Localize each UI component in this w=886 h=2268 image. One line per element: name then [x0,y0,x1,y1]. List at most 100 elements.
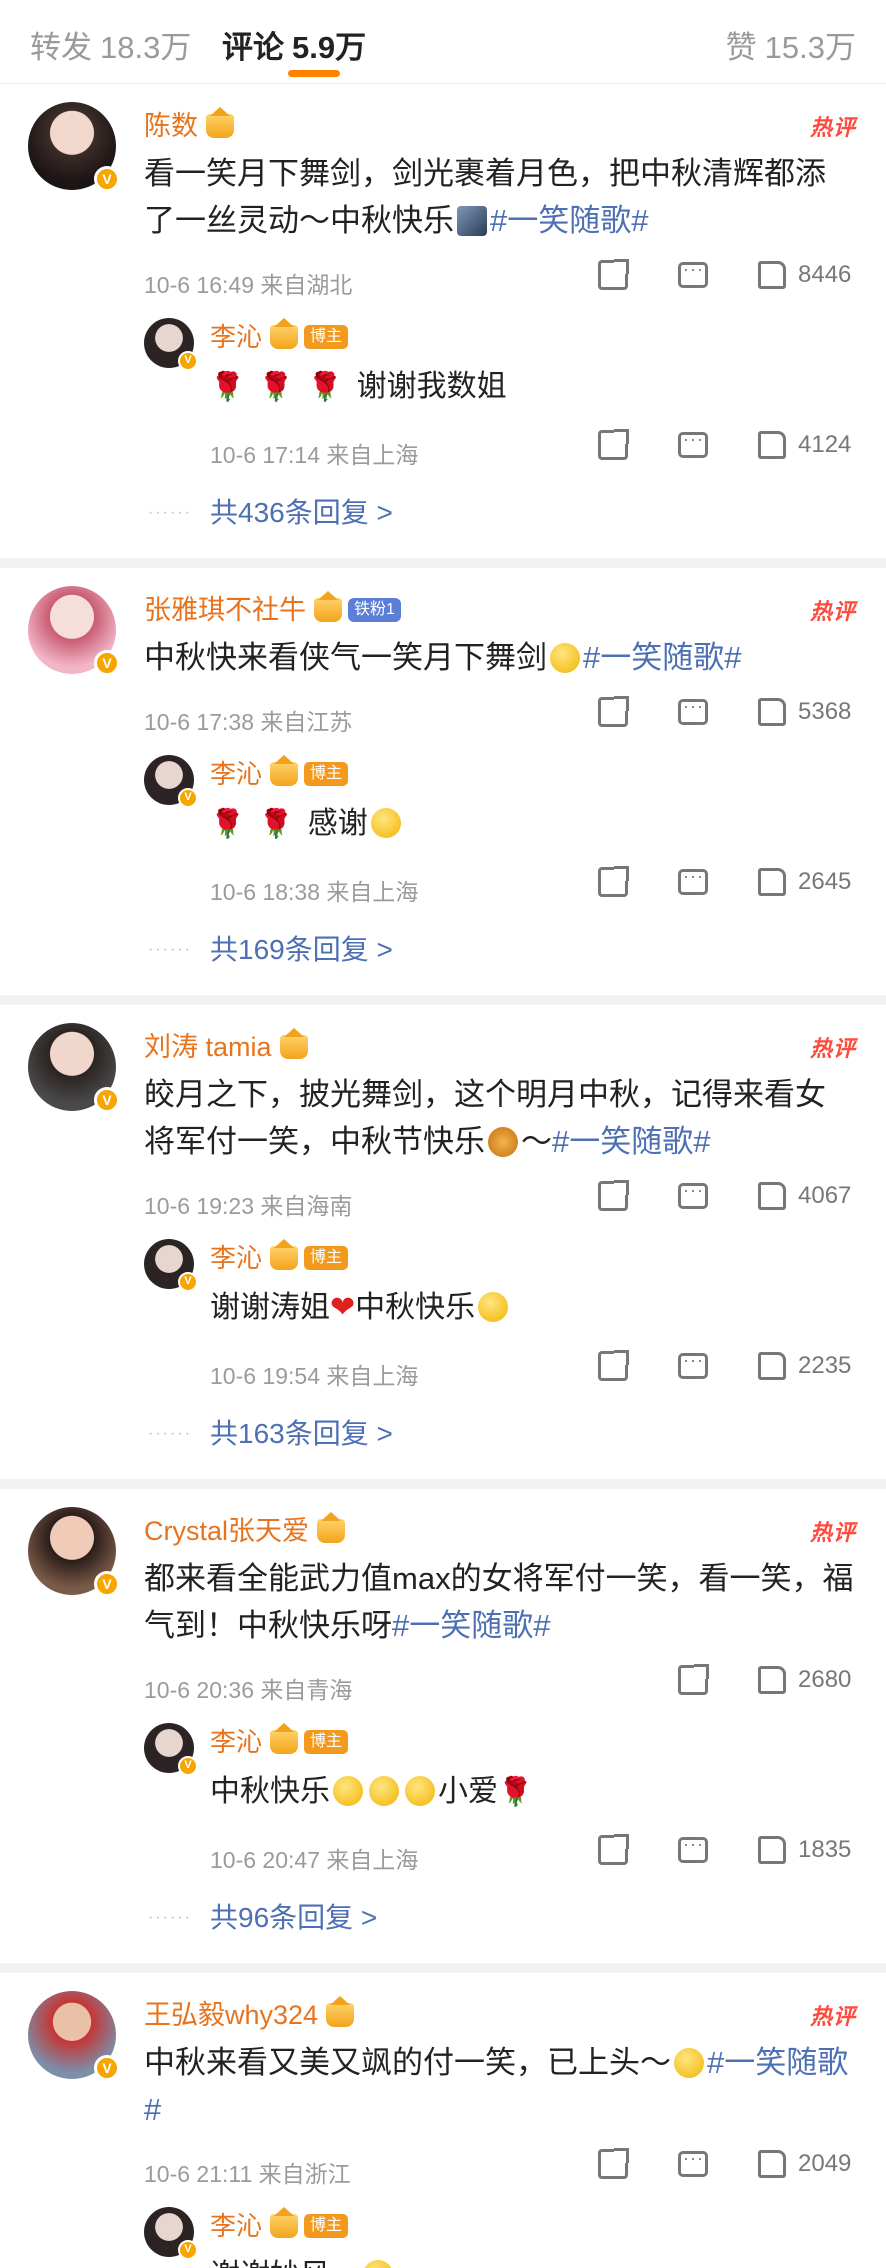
more-replies-label: 共436条回复 > [210,497,393,528]
like-count: 4124 [798,431,852,458]
comment-text: 中秋快来看侠气一笑月下舞剑 #一笑随歌# [144,634,856,681]
rose-icon: 🌹 [210,808,245,839]
comment-text-tail: ～ [521,1124,552,1159]
tab-like-label: 赞 [725,30,757,65]
reply-text-tail: 小爱 [438,1775,498,1808]
comment-time: 10-6 21:11 来自浙江 [144,2161,351,2187]
comment-icon[interactable] [678,866,708,895]
reply-username[interactable]: 李沁 [210,318,262,356]
like-count: 1835 [798,1836,852,1863]
reply-username[interactable]: 李沁 [210,1723,262,1761]
reply-text-tail: 中秋快乐 [355,1291,476,1324]
share-icon[interactable] [598,1834,629,1865]
kiss-emoji-icon [369,1776,399,1806]
username[interactable]: Crystal张天爱 [144,1511,309,1551]
reply-text: 中秋快乐 小爱🌹 [210,1765,856,1819]
username[interactable]: 陈数 [144,106,198,146]
heart-icon: ❤ [330,1291,356,1324]
tab-like-count: 15.3万 [764,30,856,65]
tab-repost-count: 18.3万 [100,30,192,65]
mooncake-emoji-icon [488,1127,518,1157]
tab-like[interactable]: 赞 15.3万 [726,22,856,67]
reply-text: 🌹 🌹 感谢 [210,797,856,851]
comment-icon[interactable] [678,1180,708,1209]
image-emoji-icon [457,206,487,236]
reply-text: 谢谢妙风～ [210,2249,856,2268]
comment-icon[interactable] [678,429,708,458]
more-replies-link[interactable]: 共163条回复 > [0,1403,886,1479]
comment-text-body: 皎月之下，披光舞剑，这个明月中秋，记得来看女将军付一笑，中秋节快乐 [144,1077,826,1159]
like-icon[interactable] [758,1836,786,1864]
share-icon[interactable] [598,259,629,290]
like-count: 2049 [798,2150,852,2177]
comment-item: V 张雅琪不社牛 铁粉1 热评 中秋快来看侠气一笑月下舞剑 #一笑随歌# 10-6 … [0,568,886,1005]
reply-username[interactable]: 李沁 [210,755,262,793]
share-icon[interactable] [598,1180,629,1211]
more-replies-link[interactable]: 共96条回复 > [0,1887,886,1963]
comment-text-body: 中秋来看又美又飒的付一笑，已上头～ [144,2045,671,2080]
like-icon[interactable] [758,1666,786,1694]
reply-avatar[interactable]: V [144,755,198,808]
crown-icon [270,318,299,349]
share-icon[interactable] [598,866,629,897]
more-replies-label: 共169条回复 > [210,934,393,965]
comment-text: 都来看全能武力值max的女将军付一笑，看一笑，福气到！中秋快乐呀#一笑随歌# [144,1555,856,1649]
comment-icon[interactable] [678,696,708,725]
reply-item: V 李沁 博主 🌹 🌹 感谢 10-6 18:38 来自上海 2645 [0,749,886,919]
hot-comment-badge: 热评 [809,2004,856,2029]
topic-link[interactable]: #一笑随歌# [392,1608,550,1643]
share-icon[interactable] [598,2148,629,2179]
verified-icon: V [178,788,198,808]
reply-avatar[interactable]: V [144,1239,198,1292]
share-icon[interactable] [598,696,629,727]
username[interactable]: 王弘毅why324 [144,1995,318,2035]
reply-time: 10-6 18:38 来自上海 [210,879,419,905]
comment-icon[interactable] [678,259,708,288]
reply-time: 10-6 17:14 来自上海 [210,442,419,468]
rose-icon: 🌹 [258,371,294,402]
like-icon[interactable] [758,698,786,726]
comment-item: V 王弘毅why324 热评 中秋来看又美又飒的付一笑，已上头～ #一笑随歌# 1… [0,1973,886,2268]
like-count: 5368 [798,698,852,725]
share-icon[interactable] [678,1664,709,1695]
more-replies-link[interactable]: 共169条回复 > [0,919,886,995]
like-count: 2235 [798,1352,852,1379]
like-count: 4067 [798,1182,852,1209]
share-icon[interactable] [598,429,629,460]
share-icon[interactable] [598,1350,629,1381]
like-icon[interactable] [758,868,786,896]
comment-icon[interactable] [678,1350,708,1379]
tab-repost[interactable]: 转发 18.3万 [30,22,191,67]
reply-avatar[interactable]: V [144,318,198,371]
username[interactable]: 刘涛 tamia [144,1027,272,1067]
reply-username[interactable]: 李沁 [210,2207,262,2245]
crown-icon [279,1028,308,1059]
topic-link[interactable]: #一笑随歌# [552,1124,710,1159]
more-replies-link[interactable]: 共436条回复 > [0,482,886,558]
like-icon[interactable] [758,2150,786,2178]
comment-icon[interactable] [678,1834,708,1863]
reply-username[interactable]: 李沁 [210,1239,262,1277]
like-icon[interactable] [758,431,786,459]
username[interactable]: 张雅琪不社牛 [144,590,306,630]
rose-icon: 🌹 [307,371,343,402]
more-replies-label: 共163条回复 > [210,1418,393,1449]
comment-icon[interactable] [678,2148,708,2177]
reply-text: 🌹 🌹 🌹 谢谢我数姐 [210,360,856,414]
tab-comment[interactable]: 评论 5.9万 [222,22,366,67]
like-count: 2680 [798,1666,852,1693]
like-icon[interactable] [758,1352,786,1380]
like-count: 2645 [798,868,852,895]
topic-link[interactable]: #一笑随歌# [490,203,648,238]
reply-item: V 李沁博主 谢谢妙风～ 1045 [0,2201,886,2268]
like-icon[interactable] [758,261,786,289]
headband-emoji-icon [674,2048,704,2078]
comment-text: 皎月之下，披光舞剑，这个明月中秋，记得来看女将军付一笑，中秋节快乐 ～#一笑随歌# [144,1071,856,1165]
hot-comment-badge: 热评 [809,115,856,140]
kiss-emoji-icon [478,1292,509,1322]
comment-time: 10-6 19:23 来自海南 [144,1193,353,1219]
topic-link[interactable]: #一笑随歌# [583,640,741,675]
reply-avatar[interactable]: V [144,2207,198,2260]
like-icon[interactable] [758,1182,786,1210]
reply-avatar[interactable]: V [144,1723,198,1776]
